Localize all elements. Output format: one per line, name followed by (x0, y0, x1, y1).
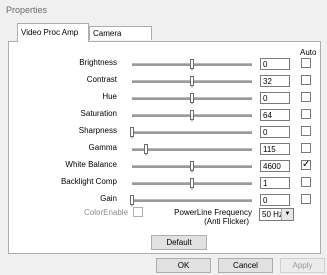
tab-camera-control[interactable]: Camera Control (89, 26, 152, 52)
slider-track[interactable] (132, 144, 252, 156)
row-label: White Balance (65, 160, 117, 169)
slider-thumb[interactable] (190, 93, 194, 105)
slider-thumb[interactable] (130, 127, 134, 139)
row-label: Sharpness (78, 126, 117, 135)
value-field[interactable]: 4600 (260, 160, 290, 172)
powerline-frequency-select[interactable]: 50 Hz ▼ (259, 208, 294, 221)
auto-checkbox[interactable] (301, 92, 311, 102)
slider-track[interactable] (132, 110, 252, 122)
powerline-label-line1: PowerLine Frequency (174, 208, 252, 217)
slider-thumb[interactable] (190, 161, 194, 173)
slider-track[interactable] (132, 93, 252, 105)
auto-checkbox[interactable] (301, 160, 311, 170)
slider-track[interactable] (132, 76, 252, 88)
tab-video-proc-amp[interactable]: Video Proc Amp (17, 23, 89, 42)
value-field[interactable]: 0 (260, 126, 290, 138)
row-label: Backlight Comp (60, 177, 117, 186)
auto-checkbox[interactable] (301, 75, 311, 85)
slider-track[interactable] (132, 178, 252, 190)
value-field[interactable]: 115 (260, 143, 290, 155)
powerline-selected-value: 50 Hz (262, 210, 283, 219)
value-field[interactable]: 64 (260, 109, 290, 121)
auto-checkbox[interactable] (301, 109, 311, 119)
slider-track[interactable] (130, 195, 252, 207)
slider-thumb[interactable] (190, 59, 194, 71)
auto-column-header: Auto (300, 48, 317, 57)
row-label: Brightness (79, 58, 117, 67)
ok-button[interactable]: OK (156, 258, 211, 273)
slider-thumb[interactable] (190, 76, 194, 88)
powerline-label-line2: (Anti Flicker) (204, 217, 249, 226)
cancel-button[interactable]: Cancel (218, 258, 273, 273)
colorenable-label: ColorEnable (84, 208, 129, 217)
auto-checkbox[interactable] (301, 177, 311, 187)
apply-button[interactable]: Apply (280, 258, 325, 273)
colorenable-checkbox[interactable] (133, 207, 143, 217)
row-label: Gamma (88, 143, 117, 152)
auto-checkbox[interactable] (301, 143, 311, 153)
window-title: Properties (6, 5, 48, 15)
slider-track[interactable] (132, 59, 252, 71)
value-field[interactable]: 0 (260, 92, 290, 104)
slider-thumb[interactable] (190, 110, 194, 122)
slider-thumb[interactable] (130, 195, 134, 207)
row-label: Gain (100, 194, 117, 203)
slider-track[interactable] (130, 127, 252, 139)
slider-thumb[interactable] (190, 178, 194, 190)
auto-checkbox[interactable] (301, 126, 311, 136)
value-field[interactable]: 0 (260, 194, 290, 206)
chevron-down-icon[interactable]: ▼ (281, 209, 293, 220)
slider-thumb[interactable] (144, 144, 149, 156)
row-label: Hue (102, 92, 117, 101)
value-field[interactable]: 32 (260, 75, 290, 87)
value-field[interactable]: 1 (260, 177, 290, 189)
row-label: Contrast (86, 75, 117, 84)
default-button[interactable]: Default (151, 235, 207, 250)
slider-track[interactable] (132, 161, 252, 173)
value-field[interactable]: 0 (260, 58, 290, 70)
row-label: Saturation (80, 109, 117, 118)
auto-checkbox[interactable] (301, 194, 311, 204)
powerline-frequency-label: PowerLine Frequency (Anti Flicker) (168, 208, 252, 226)
auto-checkbox[interactable] (301, 58, 311, 68)
